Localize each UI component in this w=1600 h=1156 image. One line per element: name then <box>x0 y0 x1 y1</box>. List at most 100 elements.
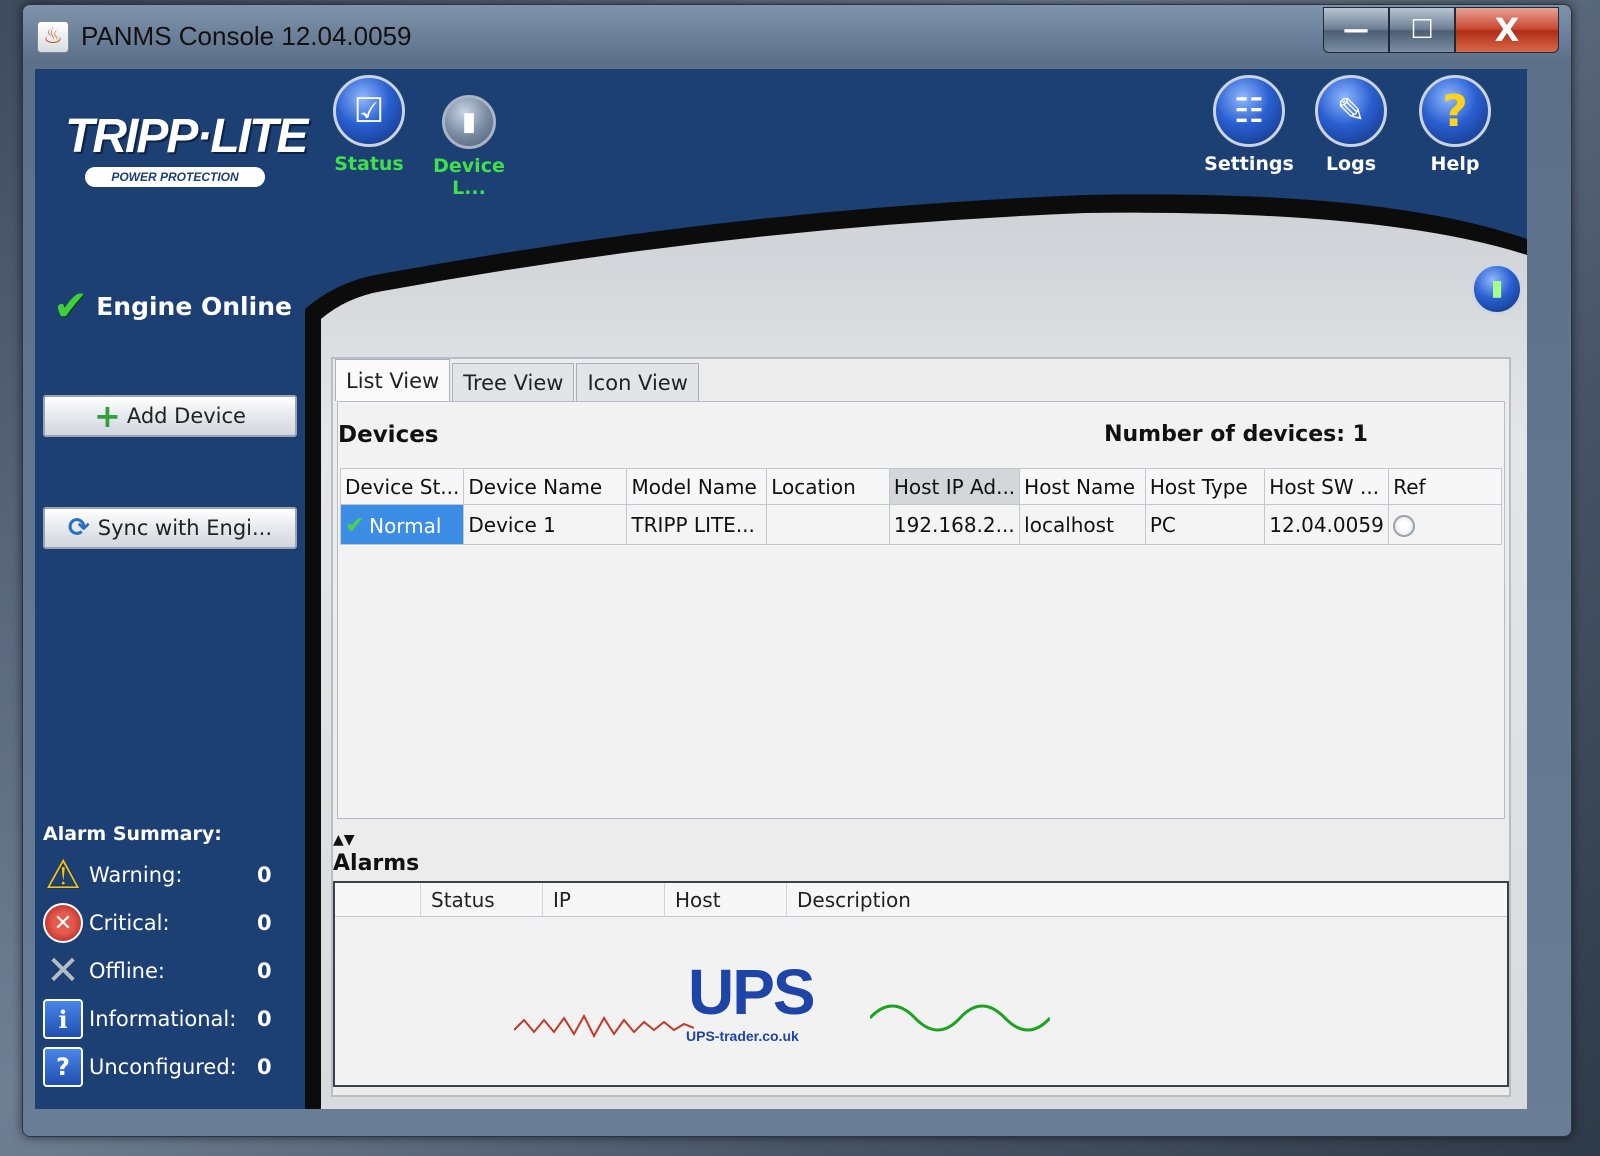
toolbar-help-button[interactable]: ? Help <box>1405 75 1505 175</box>
device-count: Number of devices: 1 <box>1104 422 1368 447</box>
toolbar-logs-label: Logs <box>1325 153 1377 175</box>
column-host-sw[interactable]: Host SW ... <box>1264 468 1390 505</box>
alarm-count: 0 <box>257 1007 272 1031</box>
alarm-summary-warning: ⚠ Warning: 0 <box>43 852 283 898</box>
client-area: TRIPP·LITE POWER PROTECTION ✔ Engine Onl… <box>35 69 1527 1109</box>
engine-status-label: Engine Online <box>96 291 292 321</box>
tab-list-view[interactable]: List View <box>335 359 451 401</box>
alarm-count: 0 <box>257 863 272 887</box>
alarm-count: 0 <box>257 1055 272 1079</box>
host-sw-cell[interactable]: 12.04.0059 <box>1264 504 1390 545</box>
sync-engine-button[interactable]: ⟳ Sync with Engi... <box>43 507 297 549</box>
toolbar-settings-label: Settings <box>1204 153 1294 175</box>
toolbar-status-label: Status <box>334 153 404 175</box>
alarm-count: 0 <box>257 959 272 983</box>
status-check-icon: ☑ <box>333 75 405 147</box>
alarm-summary-critical: ✕ Critical: 0 <box>43 901 283 945</box>
check-icon: ✔ <box>53 281 89 330</box>
logo-tagline: POWER PROTECTION <box>85 167 265 187</box>
ref-radio-icon[interactable] <box>1393 514 1416 537</box>
main-panel: ▮ List View Tree View Icon View Devices … <box>305 187 1527 1109</box>
sync-engine-label: Sync with Engi... <box>97 516 273 540</box>
device-view-area: List View Tree View Icon View Devices Nu… <box>331 357 1511 1097</box>
toolbar-help-label: Help <box>1430 153 1480 175</box>
minimize-button[interactable]: — <box>1323 7 1389 53</box>
unconfigured-icon: ? <box>43 1047 83 1087</box>
check-icon: ✔ <box>345 510 366 539</box>
logo-wordmark: TRIPP·LITE <box>65 110 308 163</box>
view-tabs: List View Tree View Icon View <box>335 359 701 401</box>
toolbar-status-button[interactable]: ☑ Status <box>319 75 419 175</box>
info-icon: i <box>43 999 83 1039</box>
host-name-cell[interactable]: localhost <box>1019 504 1146 545</box>
logs-notepad-icon: ✎ <box>1315 75 1387 147</box>
split-pane-divider[interactable]: ▲▼ <box>333 829 1509 847</box>
alarm-label: Unconfigured: <box>89 1055 237 1079</box>
alarm-column-blank[interactable] <box>335 883 421 916</box>
column-model-name[interactable]: Model Name <box>626 468 768 505</box>
column-device-name[interactable]: Device Name <box>463 468 628 505</box>
tab-icon-view[interactable]: Icon View <box>576 363 699 401</box>
alarm-summary-offline: ✕ Offline: 0 <box>43 948 283 994</box>
plus-icon: + <box>94 397 121 435</box>
location-cell[interactable] <box>766 504 890 545</box>
column-location[interactable]: Location <box>766 468 890 505</box>
split-arrows-icon[interactable]: ▲▼ <box>333 832 355 848</box>
maximize-button[interactable]: ☐ <box>1389 7 1455 53</box>
device-list-pane: Devices Number of devices: 1 Device St..… <box>337 401 1505 819</box>
engine-status: ✔ Engine Online <box>53 285 292 327</box>
model-name-cell[interactable]: TRIPP LITE... <box>626 504 768 545</box>
toolbar-device-list-button[interactable]: ▮ Device L... <box>419 75 519 199</box>
device-status-cell[interactable]: ✔ Normal <box>339 504 465 545</box>
window-title: PANMS Console 12.04.0059 <box>81 21 412 51</box>
table-row[interactable]: ✔ Normal Device 1 TRIPP LITE... 192.168.2… <box>339 504 1502 545</box>
title-bar[interactable]: ♨ PANMS Console 12.04.0059 — ☐ X <box>23 5 1571 67</box>
settings-sliders-icon: ☷ <box>1213 75 1285 147</box>
add-device-label: Add Device <box>126 404 246 428</box>
column-device-status[interactable]: Device St... <box>339 468 465 505</box>
column-ref[interactable]: Ref <box>1388 468 1502 505</box>
alarms-table-header: Status IP Host Description <box>335 883 1507 917</box>
device-list-icon: ▮ <box>442 95 496 149</box>
help-question-icon: ? <box>1419 75 1491 147</box>
offline-icon: ✕ <box>46 948 80 994</box>
tab-tree-view[interactable]: Tree View <box>452 363 575 401</box>
device-status-text: Normal <box>369 513 442 538</box>
java-app-icon[interactable]: ♨ <box>37 21 69 53</box>
sync-icon: ⟳ <box>67 513 90 543</box>
alarm-summary-title: Alarm Summary: <box>43 823 222 845</box>
alarm-label: Warning: <box>89 863 183 887</box>
alarms-title: Alarms <box>333 851 420 876</box>
alarm-label: Offline: <box>89 959 165 983</box>
host-ip-cell[interactable]: 192.168.2... <box>888 504 1021 545</box>
alarm-label: Informational: <box>89 1007 237 1031</box>
alarm-summary-unconfigured: ? Unconfigured: 0 <box>43 1045 283 1089</box>
app-window: ♨ PANMS Console 12.04.0059 — ☐ X TRIPP·L… <box>22 4 1572 1137</box>
alarms-table: Status IP Host Description <box>333 881 1509 1087</box>
alarm-column-ip[interactable]: IP <box>543 883 665 916</box>
device-name-cell[interactable]: Device 1 <box>463 504 628 545</box>
host-type-cell[interactable]: PC <box>1144 504 1266 545</box>
column-host-ip[interactable]: Host IP Ad... <box>888 468 1021 505</box>
toolbar-logs-button[interactable]: ✎ Logs <box>1301 75 1401 175</box>
close-button[interactable]: X <box>1455 7 1559 53</box>
alarm-column-description[interactable]: Description <box>787 883 1507 916</box>
alarm-count: 0 <box>257 911 272 935</box>
alarm-column-host[interactable]: Host <box>665 883 787 916</box>
alarm-summary-informational: i Informational: 0 <box>43 997 283 1041</box>
device-table-header: Device St... Device Name Model Name Loca… <box>339 468 1502 505</box>
sidebar: TRIPP·LITE POWER PROTECTION ✔ Engine Onl… <box>35 69 308 1109</box>
ref-cell[interactable] <box>1388 504 1502 545</box>
toolbar-settings-button[interactable]: ☷ Settings <box>1199 75 1299 175</box>
alarm-label: Critical: <box>89 911 170 935</box>
devices-title: Devices <box>338 422 439 448</box>
column-host-name[interactable]: Host Name <box>1019 468 1146 505</box>
column-host-type[interactable]: Host Type <box>1144 468 1266 505</box>
device-indicator-icon[interactable]: ▮ <box>1471 263 1523 315</box>
alarm-column-status[interactable]: Status <box>421 883 543 916</box>
add-device-button[interactable]: + Add Device <box>43 395 297 437</box>
warning-icon: ⚠ <box>45 852 81 898</box>
window-controls: — ☐ X <box>1323 7 1559 55</box>
tripp-lite-logo: TRIPP·LITE POWER PROTECTION <box>65 109 308 193</box>
critical-icon: ✕ <box>43 903 83 943</box>
